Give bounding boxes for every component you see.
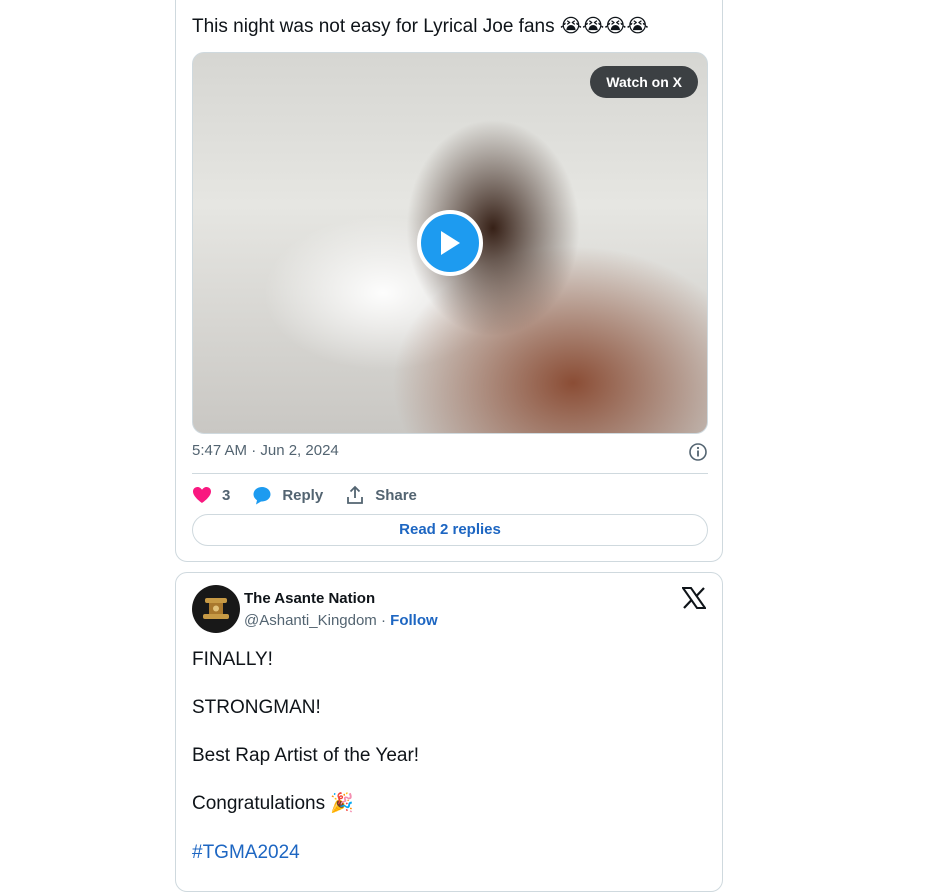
congratulations-text: Congratulations — [192, 793, 326, 814]
tweet-actions: 3 Reply Share — [192, 483, 439, 507]
reply-bubble-icon — [253, 487, 271, 505]
tweet-text: This night was not easy for Lyrical Joe … — [192, 15, 649, 39]
like-button[interactable]: 3 — [192, 486, 230, 504]
crying-emojis: 😭😭😭😭 — [559, 16, 649, 37]
watch-on-x-button[interactable]: Watch on X — [590, 66, 698, 98]
tweet-line-1: FINALLY! — [192, 649, 273, 670]
like-count: 3 — [222, 486, 231, 504]
tweet-meta: 5:47 AM · Jun 2, 2024 — [192, 442, 708, 464]
avatar[interactable] — [192, 585, 240, 633]
tweet-card-1: This night was not easy for Lyrical Joe … — [175, 0, 723, 562]
heart-icon — [193, 487, 211, 503]
play-icon — [441, 231, 460, 255]
play-button[interactable] — [417, 210, 483, 276]
divider — [192, 473, 708, 474]
share-label: Share — [375, 486, 417, 504]
share-icon — [347, 485, 364, 504]
golden-stool-logo-icon — [203, 598, 229, 619]
tweet-timestamp[interactable]: 5:47 AM · Jun 2, 2024 — [192, 442, 339, 459]
reply-label: Reply — [282, 486, 324, 504]
x-logo-icon[interactable] — [682, 587, 706, 609]
tweet-line-4: Congratulations 🎉 — [192, 792, 354, 816]
author-handle[interactable]: @Ashanti_Kingdom — [244, 612, 377, 629]
reply-button[interactable]: Reply — [252, 485, 323, 505]
party-popper-emoji: 🎉 — [330, 793, 355, 814]
share-button[interactable]: Share — [345, 485, 417, 505]
follow-link[interactable]: Follow — [390, 612, 438, 629]
separator: · — [380, 612, 386, 629]
tweet-line-2: STRONGMAN! — [192, 697, 321, 718]
video-thumbnail[interactable]: Watch on X — [192, 52, 708, 434]
read-replies-button[interactable]: Read 2 replies — [192, 514, 708, 546]
tweet-card-2: The Asante Nation @Ashanti_Kingdom · Fol… — [175, 572, 723, 892]
tweet-text-body: This night was not easy for Lyrical Joe … — [192, 16, 555, 37]
author-handle-row: @Ashanti_Kingdom · Follow — [244, 612, 438, 629]
author-name[interactable]: The Asante Nation — [244, 590, 375, 607]
info-icon[interactable] — [688, 442, 708, 462]
tweet-line-3: Best Rap Artist of the Year! — [192, 745, 420, 766]
hashtag-link[interactable]: #TGMA2024 — [192, 841, 300, 865]
